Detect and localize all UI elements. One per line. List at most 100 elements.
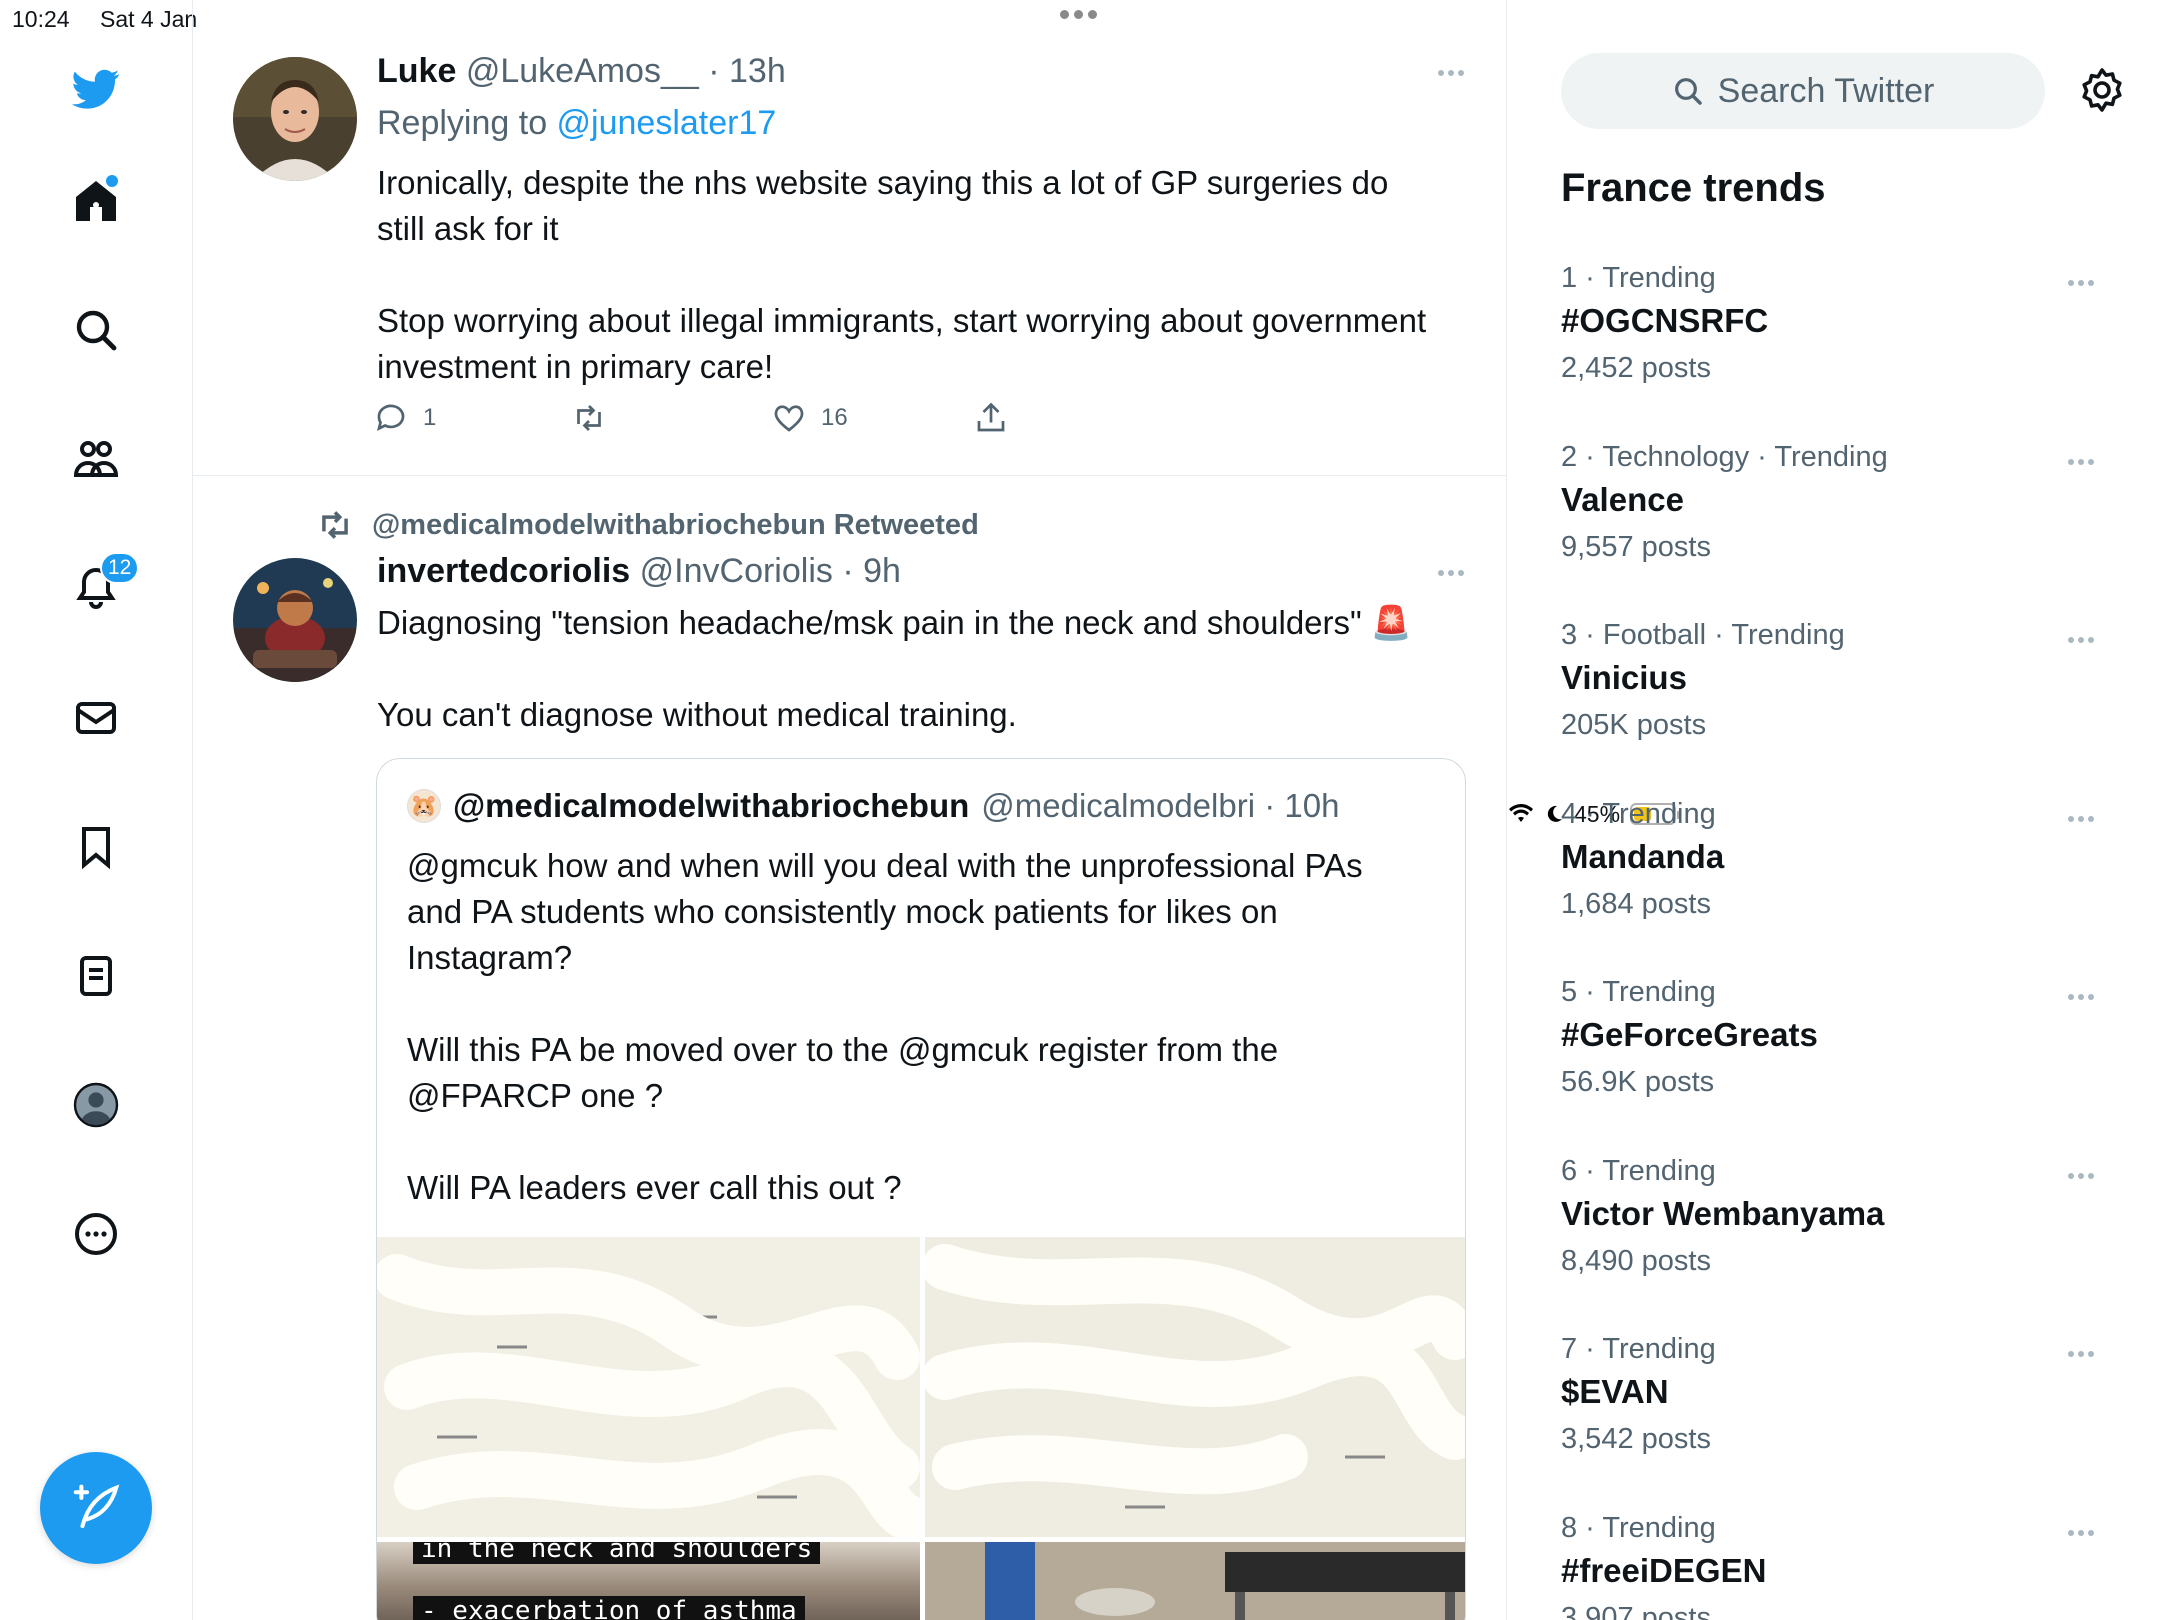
trend-name: Mandanda bbox=[1561, 838, 1725, 875]
trend-context: 8 · Trending bbox=[1561, 1512, 1716, 1544]
like-count: 16 bbox=[821, 404, 848, 431]
timeline: Luke @LukeAmos__ · 13h Replying to @june… bbox=[193, 0, 1507, 1620]
trend-count: 8,490 posts bbox=[1561, 1245, 1711, 1277]
tweet-text: Ironically, despite the nhs website sayi… bbox=[377, 164, 1427, 385]
media-caption: in the neck and shoulders bbox=[413, 1542, 821, 1564]
trend-item[interactable]: 3 · Football · Trending Vinicius 205K po… bbox=[1561, 619, 2121, 789]
retweet-button[interactable] bbox=[571, 400, 607, 436]
quote-handle-time: @medicalmodelbri · 10h bbox=[981, 787, 1340, 824]
replying-to: Replying to @juneslater17 bbox=[377, 104, 776, 143]
left-nav: 12 bbox=[0, 0, 193, 1620]
trend-more-icon[interactable] bbox=[2068, 459, 2094, 465]
twitter-logo-icon[interactable] bbox=[60, 53, 132, 125]
retweeted-by-label[interactable]: @medicalmodelwithabriochebun Retweeted bbox=[372, 509, 979, 542]
trend-item[interactable]: 7 · Trending $EVAN 3,542 posts bbox=[1561, 1333, 2121, 1503]
trend-count: 1,684 posts bbox=[1561, 888, 1711, 920]
communities-icon[interactable] bbox=[60, 423, 132, 495]
quote-media[interactable]: in the neck and shoulders - exacerbation… bbox=[377, 1237, 1465, 1620]
reply-icon bbox=[376, 404, 405, 432]
trend-count: 2,452 posts bbox=[1561, 352, 1711, 384]
quote-author-name: @medicalmodelwithabriochebun bbox=[453, 787, 970, 824]
trend-context: 5 · Trending bbox=[1561, 976, 1716, 1008]
trend-name: Valence bbox=[1561, 481, 1684, 518]
bookmarks-icon[interactable] bbox=[60, 811, 132, 883]
avatar[interactable] bbox=[233, 558, 357, 682]
trend-item[interactable]: 6 · Trending Victor Wembanyama 8,490 pos… bbox=[1561, 1155, 2121, 1325]
trend-context: 4 · Trending bbox=[1561, 798, 1716, 830]
media-caption: - exacerbation of asthma bbox=[413, 1596, 805, 1620]
trend-more-icon[interactable] bbox=[2068, 1351, 2094, 1357]
trend-item[interactable]: 1 · Trending #OGCNSRFC 2,452 posts bbox=[1561, 262, 2121, 432]
trend-count: 3,907 posts bbox=[1561, 1602, 1711, 1620]
trend-more-icon[interactable] bbox=[2068, 280, 2094, 286]
tweet-author-name[interactable]: Luke bbox=[377, 52, 456, 90]
messages-icon[interactable] bbox=[60, 682, 132, 754]
trend-name: #OGCNSRFC bbox=[1561, 302, 1769, 339]
trend-more-icon[interactable] bbox=[2068, 637, 2094, 643]
compose-feather-icon bbox=[73, 1484, 120, 1529]
search-icon[interactable] bbox=[60, 294, 132, 366]
trend-item[interactable]: 4 · Trending Mandanda 1,684 posts bbox=[1561, 798, 2121, 968]
reply-count: 1 bbox=[423, 404, 437, 431]
heart-icon bbox=[774, 405, 804, 432]
trend-context: 7 · Trending bbox=[1561, 1333, 1716, 1365]
trend-name: $EVAN bbox=[1561, 1373, 1669, 1410]
trend-item[interactable]: 5 · Trending #GeForceGreats 56.9K posts bbox=[1561, 976, 2121, 1146]
trend-more-icon[interactable] bbox=[2068, 1530, 2094, 1536]
tweet-more-icon[interactable] bbox=[1438, 570, 1464, 576]
notifications-icon[interactable]: 12 bbox=[60, 552, 140, 624]
trend-more-icon[interactable] bbox=[2068, 994, 2094, 1000]
tweet-handle-time[interactable]: @InvCoriolis · 9h bbox=[640, 552, 901, 590]
quote-text: @gmcuk how and when will you deal with t… bbox=[407, 847, 1363, 1206]
retweet-icon bbox=[577, 405, 601, 431]
like-button[interactable]: 16 bbox=[771, 400, 848, 436]
media-image[interactable] bbox=[925, 1542, 1465, 1620]
media-image[interactable] bbox=[377, 1237, 920, 1537]
tweet-actions: 1 16 bbox=[373, 400, 1073, 450]
media-image[interactable] bbox=[925, 1237, 1465, 1537]
tweet-header: invertedcoriolis @InvCoriolis · 9h bbox=[377, 552, 901, 591]
trend-context: 6 · Trending bbox=[1561, 1155, 1716, 1187]
search-icon bbox=[1674, 78, 1702, 105]
trend-count: 3,542 posts bbox=[1561, 1423, 1711, 1455]
trend-context: 1 · Trending bbox=[1561, 262, 1716, 294]
trend-context: 2 · Technology · Trending bbox=[1561, 441, 1888, 473]
trend-item[interactable]: 8 · Trending #freeiDEGEN 3,907 posts bbox=[1561, 1512, 2121, 1620]
tweet[interactable]: Luke @LukeAmos__ · 13h Replying to @june… bbox=[193, 0, 1506, 476]
trend-name: #GeForceGreats bbox=[1561, 1016, 1818, 1053]
trend-name: Victor Wembanyama bbox=[1561, 1195, 1885, 1232]
tweet-more-icon[interactable] bbox=[1438, 70, 1464, 76]
replying-to-prefix: Replying to bbox=[377, 104, 557, 142]
quoted-tweet[interactable]: 🐹 @medicalmodelwithabriochebun @medicalm… bbox=[376, 758, 1466, 1620]
more-options-icon[interactable] bbox=[60, 1198, 132, 1270]
share-button[interactable] bbox=[973, 400, 1009, 436]
tweet-author-name[interactable]: invertedcoriolis bbox=[377, 552, 630, 590]
compose-tweet-button[interactable] bbox=[40, 1452, 152, 1564]
trend-name: #freeiDEGEN bbox=[1561, 1552, 1767, 1589]
quote-avatar[interactable]: 🐹 bbox=[407, 789, 441, 823]
home-icon[interactable] bbox=[60, 165, 132, 237]
retweeted-by: @medicalmodelwithabriochebun Retweeted bbox=[316, 506, 979, 544]
reply-button[interactable]: 1 bbox=[373, 400, 436, 436]
trend-more-icon[interactable] bbox=[2068, 816, 2094, 822]
home-new-dot bbox=[106, 175, 118, 187]
trend-item[interactable]: 2 · Technology · Trending Valence 9,557 … bbox=[1561, 441, 2121, 611]
profile-icon[interactable] bbox=[60, 1069, 132, 1141]
tweet[interactable]: @medicalmodelwithabriochebun Retweeted i… bbox=[193, 477, 1506, 1620]
gear-icon[interactable] bbox=[2078, 66, 2126, 114]
right-sidebar: Search Twitter France trends 1 · Trendin… bbox=[1508, 0, 2160, 1620]
notifications-badge: 12 bbox=[100, 552, 140, 584]
trend-count: 205K posts bbox=[1561, 709, 1707, 741]
lists-icon[interactable] bbox=[60, 940, 132, 1012]
trend-count: 9,557 posts bbox=[1561, 531, 1711, 563]
tweet-handle-time[interactable]: @LukeAmos__ · 13h bbox=[466, 52, 786, 90]
search-bar[interactable]: Search Twitter bbox=[1561, 53, 2045, 129]
share-icon bbox=[977, 402, 1005, 432]
trend-context: 3 · Football · Trending bbox=[1561, 619, 1845, 651]
replying-to-link[interactable]: @juneslater17 bbox=[557, 104, 777, 142]
media-image[interactable]: in the neck and shoulders - exacerbation… bbox=[377, 1542, 920, 1620]
trends-title: France trends bbox=[1561, 166, 1826, 210]
trend-more-icon[interactable] bbox=[2068, 1173, 2094, 1179]
avatar[interactable] bbox=[233, 57, 357, 181]
search-placeholder: Search Twitter bbox=[1717, 71, 1935, 110]
